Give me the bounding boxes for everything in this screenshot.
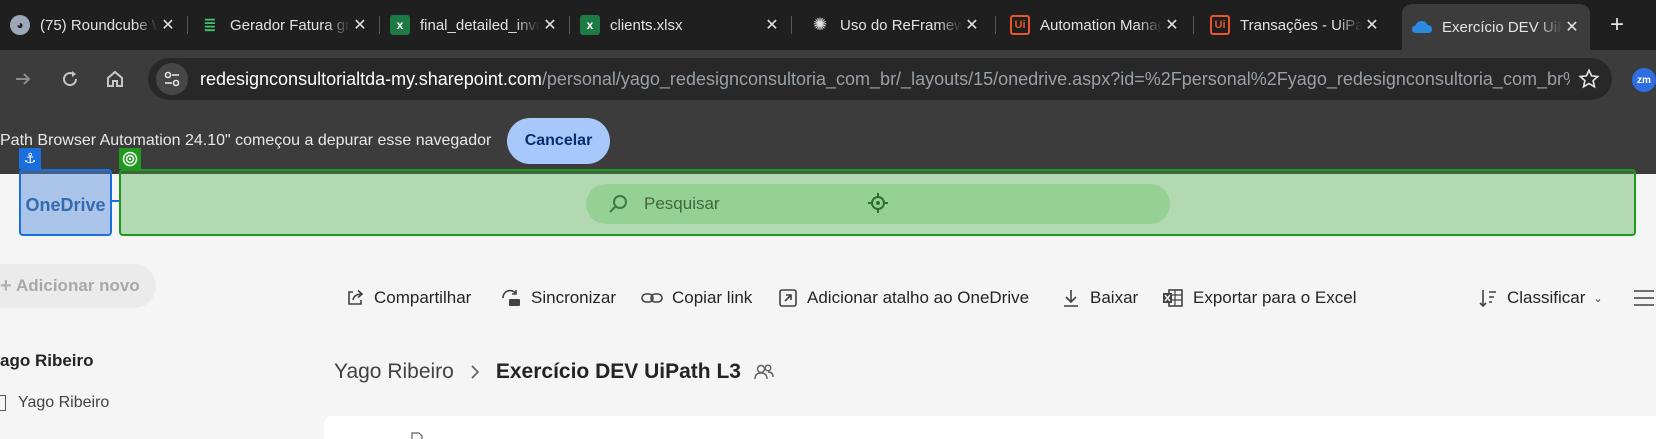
excel-icon: x	[580, 15, 600, 35]
close-icon[interactable]: ✕	[540, 15, 560, 35]
tab-title: Automation Manager	[1040, 16, 1162, 34]
breadcrumb-root[interactable]: Yago Ribeiro	[334, 360, 454, 384]
tab-title: final_detailed_invoice.xlsx	[420, 16, 540, 34]
sync-icon	[502, 289, 520, 306]
tab-separator	[995, 16, 996, 34]
sidebar-item-home[interactable]: Yago Ribeiro	[0, 394, 109, 412]
address-bar[interactable]: redesignconsultorialtda-my.sharepoint.co…	[148, 58, 1612, 100]
copy-link-label: Copiar link	[672, 288, 753, 307]
new-tab-button[interactable]: +	[1604, 11, 1630, 38]
tab-exercicio-dev[interactable]: Exercício DEV UiPath L3 ✕	[1402, 4, 1590, 50]
close-icon[interactable]: ✕	[762, 15, 782, 35]
profile-avatar[interactable]: zm	[1632, 68, 1656, 92]
link-icon	[641, 293, 663, 303]
tab-title: Gerador Fatura grátis	[230, 16, 350, 34]
add-new-label: Adicionar novo	[16, 276, 140, 295]
sort-icon	[1479, 290, 1496, 308]
close-icon[interactable]: ✕	[158, 15, 178, 35]
tab-title: Uso do ReFramework	[840, 16, 962, 34]
debugging-infobar: Path Browser Automation 24.10" começou a…	[0, 108, 1656, 174]
copy-link-button[interactable]: Copiar link	[641, 284, 752, 312]
tab-reframework[interactable]: ✺ Uso do ReFramework ✕	[800, 6, 990, 44]
tab-clients-xlsx[interactable]: x clients.xlsx ✕	[570, 6, 790, 44]
breadcrumb: Yago Ribeiro Exercício DEV UiPath L3	[334, 360, 775, 384]
close-icon[interactable]: ✕	[1162, 15, 1182, 35]
download-button[interactable]: Baixar	[1061, 284, 1138, 312]
close-icon[interactable]: ✕	[1362, 15, 1382, 35]
tab-separator	[1193, 16, 1194, 34]
roundcube-icon: ◕	[10, 15, 30, 35]
home-icon[interactable]	[100, 64, 130, 94]
target-highlight	[119, 169, 1636, 236]
tab-title: Exercício DEV UiPath L3	[1442, 18, 1562, 36]
close-icon[interactable]: ✕	[1562, 17, 1582, 37]
breadcrumb-current: Exercício DEV UiPath L3	[495, 360, 741, 383]
share-button[interactable]: Compartilhar	[345, 284, 471, 312]
anchor-highlight	[19, 169, 112, 236]
onedrive-icon	[1412, 17, 1432, 37]
tab-final-detailed-invoice[interactable]: x final_detailed_invoice.xlsx ✕	[380, 6, 568, 44]
chatgpt-icon: ✺	[812, 15, 828, 34]
excel-export-icon	[1163, 289, 1183, 307]
tab-invoice-generator[interactable]: ≣ Gerador Fatura grátis ✕	[190, 6, 378, 44]
chevron-right-icon	[471, 365, 479, 379]
tab-title: Transações - UiPath	[1240, 16, 1362, 34]
uipath-icon: Ui	[1010, 15, 1030, 35]
export-excel-label: Exportar para o Excel	[1193, 288, 1357, 307]
tab-roundcube[interactable]: ◕ (75) Roundcube Webmail ✕	[0, 6, 186, 44]
browser-tab-strip: ◕ (75) Roundcube Webmail ✕ ≣ Gerador Fat…	[0, 0, 1656, 50]
sidebar-item-label: Yago Ribeiro	[18, 394, 110, 411]
tab-separator	[791, 16, 792, 34]
forward-icon[interactable]	[8, 64, 38, 94]
anchor-target-connector	[112, 200, 119, 202]
add-new-button[interactable]: + Adicionar novo	[0, 264, 156, 308]
close-icon[interactable]: ✕	[962, 15, 982, 35]
share-label: Compartilhar	[374, 288, 472, 307]
url-path: /personal/yago_redesignconsultoria_com_b…	[541, 68, 1570, 89]
tab-title: (75) Roundcube Webmail	[40, 16, 158, 34]
tab-transacoes[interactable]: Ui Transações - UiPath ✕	[1200, 6, 1390, 44]
plus-icon: +	[0, 275, 12, 297]
debugging-message: Path Browser Automation 24.10" começou a…	[0, 132, 492, 149]
browser-toolbar: redesignconsultorialtda-my.sharepoint.co…	[0, 50, 1656, 108]
sort-button[interactable]: Classificar ⌄	[1478, 284, 1603, 312]
file-list-panel	[324, 416, 1656, 439]
shared-people-icon	[754, 364, 774, 380]
tab-title: clients.xlsx	[610, 16, 683, 34]
url-text: redesignconsultorialtda-my.sharepoint.co…	[200, 69, 1570, 90]
url-host: redesignconsultorialtda-my.sharepoint.co…	[200, 68, 542, 89]
chevron-down-icon: ⌄	[1593, 292, 1603, 305]
bookmark-star-icon[interactable]	[1578, 68, 1600, 90]
add-shortcut-button[interactable]: Adicionar atalho ao OneDrive	[778, 284, 1029, 312]
download-label: Baixar	[1090, 288, 1139, 307]
tab-separator	[187, 16, 188, 34]
sort-label: Classificar	[1507, 288, 1586, 307]
cancel-debugging-button[interactable]: Cancelar	[507, 118, 610, 164]
site-info-icon[interactable]	[156, 63, 188, 95]
shortcut-icon	[779, 289, 797, 307]
tab-automation-manager[interactable]: Ui Automation Manager ✕	[1000, 6, 1190, 44]
invoice-generator-icon: ≣	[203, 17, 217, 34]
add-shortcut-label: Adicionar atalho ao OneDrive	[807, 288, 1030, 307]
reload-icon[interactable]	[55, 64, 85, 94]
export-excel-button[interactable]: Exportar para o Excel	[1162, 284, 1356, 312]
target-icon	[119, 148, 141, 169]
download-icon	[1064, 290, 1078, 307]
view-options-icon[interactable]	[1632, 286, 1656, 310]
uipath-icon: Ui	[1210, 15, 1230, 35]
anchor-icon: ⚓	[19, 148, 41, 169]
sync-button[interactable]: Sincronizar	[500, 284, 616, 312]
sidebar-account-heading: ago Ribeiro	[0, 351, 94, 370]
close-icon[interactable]: ✕	[350, 15, 370, 35]
sync-label: Sincronizar	[531, 288, 617, 307]
share-icon	[348, 289, 364, 305]
excel-icon: x	[390, 15, 410, 35]
folder-icon	[0, 395, 6, 411]
file-icon	[411, 432, 423, 439]
